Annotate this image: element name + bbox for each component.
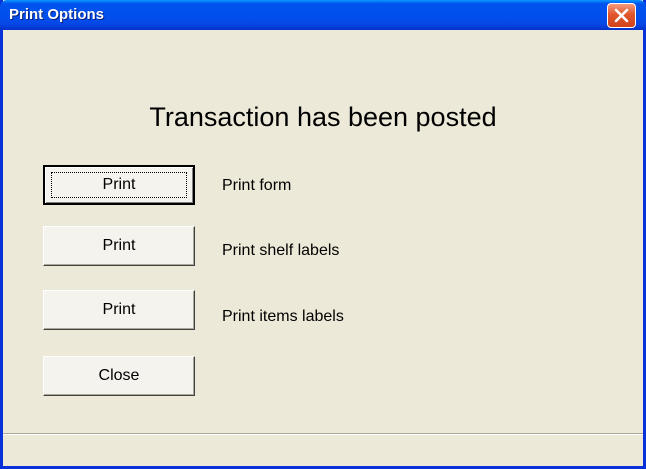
status-separator — [3, 433, 643, 435]
dialog-heading: Transaction has been posted — [149, 102, 497, 132]
window-title: Print Options — [9, 6, 104, 23]
close-button[interactable]: Close — [43, 356, 195, 396]
print-items-labels-button[interactable]: Print — [43, 290, 195, 330]
print-items-labels-button-label: Print — [102, 301, 136, 318]
print-shelf-labels-label: Print shelf labels — [222, 242, 340, 259]
print-form-button[interactable]: Print — [43, 165, 195, 205]
print-options-dialog: Print Options Transaction has been poste… — [0, 0, 646, 469]
close-icon — [614, 8, 629, 23]
print-form-label: Print form — [222, 177, 292, 194]
print-items-labels-label: Print items labels — [222, 308, 344, 325]
print-shelf-labels-button-label: Print — [102, 237, 136, 254]
print-form-button-label: Print — [102, 176, 136, 193]
title-bar[interactable]: Print Options — [0, 0, 646, 30]
print-shelf-labels-button[interactable]: Print — [43, 226, 195, 266]
window-close-button[interactable] — [607, 3, 636, 28]
close-button-label: Close — [98, 367, 140, 384]
